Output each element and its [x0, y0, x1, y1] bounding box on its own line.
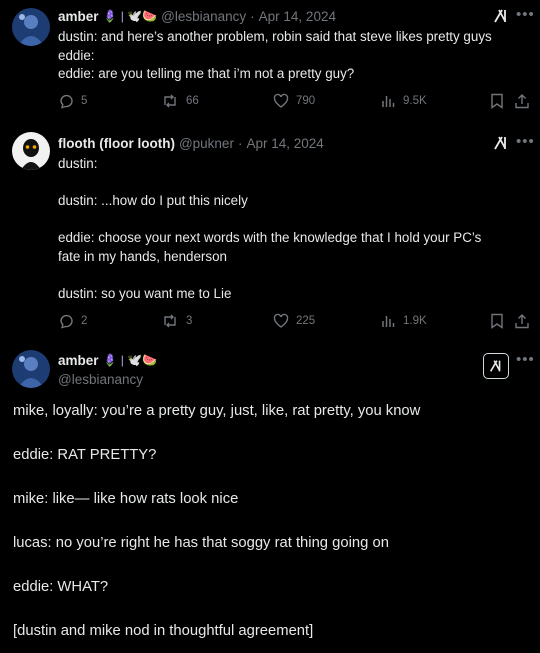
tweet-text: dustin: and here’s another problem, robi…: [58, 28, 528, 84]
repost-icon: [164, 94, 176, 108]
tweet-line: dustin:: [58, 156, 98, 171]
tweet-line: eddie: WHAT?: [13, 579, 109, 595]
reply-count: 2: [81, 315, 88, 327]
reply-button[interactable]: 5: [58, 93, 87, 109]
tweet-line: dustin: so you want me to Lie: [58, 285, 232, 301]
avatar[interactable]: [12, 8, 50, 46]
tweet-2[interactable]: flooth (floor looth) @pukner · Apr 14, 2…: [0, 124, 540, 340]
name-badges: 🪻 | 🕊️🍉: [102, 9, 158, 23]
tweet-line: eddie: are you telling me that i’m not a…: [58, 66, 355, 81]
avatar[interactable]: [12, 132, 50, 170]
more-options-icon[interactable]: •••: [516, 133, 535, 150]
tweet-header: amber 🪻 | 🕊️🍉: [58, 350, 157, 370]
tweet-3-focused[interactable]: amber 🪻 | 🕊️🍉 @lesbianancy ••• mike, loy…: [0, 345, 540, 653]
tweet-line: eddie: choose your next words with the k…: [58, 230, 482, 245]
display-name[interactable]: flooth (floor looth): [58, 136, 175, 151]
reply-count: 5: [81, 95, 88, 107]
reply-icon: [60, 314, 73, 329]
views-icon: [382, 316, 395, 327]
tweet-line: eddie: RAT PRETTY?: [13, 447, 157, 463]
view-count: 1.9K: [403, 315, 427, 327]
tweet-header: amber 🪻 | 🕊️🍉 @lesbianancy · Apr 14, 202…: [58, 6, 336, 26]
user-handle[interactable]: @lesbianancy: [58, 372, 143, 387]
repost-count: 3: [186, 315, 193, 327]
bookmark-icon[interactable]: [490, 313, 504, 334]
share-icon[interactable]: [514, 93, 530, 114]
action-bar: 2 3 225 1.9K: [58, 313, 530, 334]
avatar[interactable]: [12, 350, 50, 388]
views-button[interactable]: 1.9K: [380, 313, 427, 329]
tweet-line: fate in my hands, henderson: [58, 248, 227, 264]
bookmark-icon[interactable]: [490, 93, 504, 114]
tweet-line: [dustin and mike nod in thoughtful agree…: [13, 623, 314, 639]
view-count: 9.5K: [403, 95, 427, 107]
grok-icon[interactable]: [492, 134, 510, 152]
tweet-line: eddie:: [58, 47, 95, 63]
repost-button[interactable]: 66: [161, 93, 199, 109]
display-name[interactable]: amber: [58, 9, 99, 24]
tweet-line: lucas: no you’re right he has that soggy…: [13, 535, 389, 551]
action-bar: 5 66 790 9.5K: [58, 93, 530, 114]
name-badges: 🪻 | 🕊️🍉: [102, 353, 158, 367]
separator-dot: ·: [237, 135, 243, 151]
tweet-line: mike, loyally: you’re a pretty guy, just…: [13, 403, 421, 419]
grok-icon[interactable]: [483, 353, 509, 379]
grok-icon[interactable]: [492, 7, 510, 25]
repost-icon: [164, 314, 176, 328]
repost-button[interactable]: 3: [161, 313, 192, 329]
tweet-line: dustin: and here’s another problem, robi…: [58, 29, 492, 44]
tweet-date[interactable]: Apr 14, 2024: [246, 136, 323, 151]
user-handle[interactable]: @lesbianancy: [161, 9, 246, 24]
reply-button[interactable]: 2: [58, 313, 87, 329]
tweet-date[interactable]: Apr 14, 2024: [259, 9, 336, 24]
heart-icon: [273, 93, 289, 108]
more-options-icon[interactable]: •••: [516, 351, 535, 368]
tweet-subheader: @lesbianancy: [58, 369, 143, 389]
tweet-line: dustin: ...how do I put this nicely: [58, 193, 248, 208]
tweet-text: mike, loyally: you’re a pretty guy, just…: [13, 400, 528, 642]
separator-dot: ·: [250, 8, 255, 24]
share-icon[interactable]: [514, 313, 530, 334]
like-count: 225: [296, 315, 316, 327]
repost-count: 66: [186, 95, 199, 107]
views-button[interactable]: 9.5K: [380, 93, 427, 109]
tweet-text: dustin: dustin: ...how do I put this nic…: [58, 155, 528, 303]
tweet-header: flooth (floor looth) @pukner · Apr 14, 2…: [58, 133, 324, 153]
like-count: 790: [296, 95, 316, 107]
heart-icon: [273, 313, 289, 328]
tweet-line: mike: like— like how rats look nice: [13, 491, 239, 507]
tweet-1[interactable]: amber 🪻 | 🕊️🍉 @lesbianancy · Apr 14, 202…: [0, 0, 540, 120]
views-icon: [382, 96, 395, 107]
reply-icon: [60, 94, 73, 109]
display-name[interactable]: amber: [58, 353, 99, 368]
like-button[interactable]: 790: [273, 93, 315, 109]
like-button[interactable]: 225: [273, 313, 315, 329]
more-options-icon[interactable]: •••: [516, 6, 535, 23]
user-handle[interactable]: @pukner: [179, 136, 234, 151]
